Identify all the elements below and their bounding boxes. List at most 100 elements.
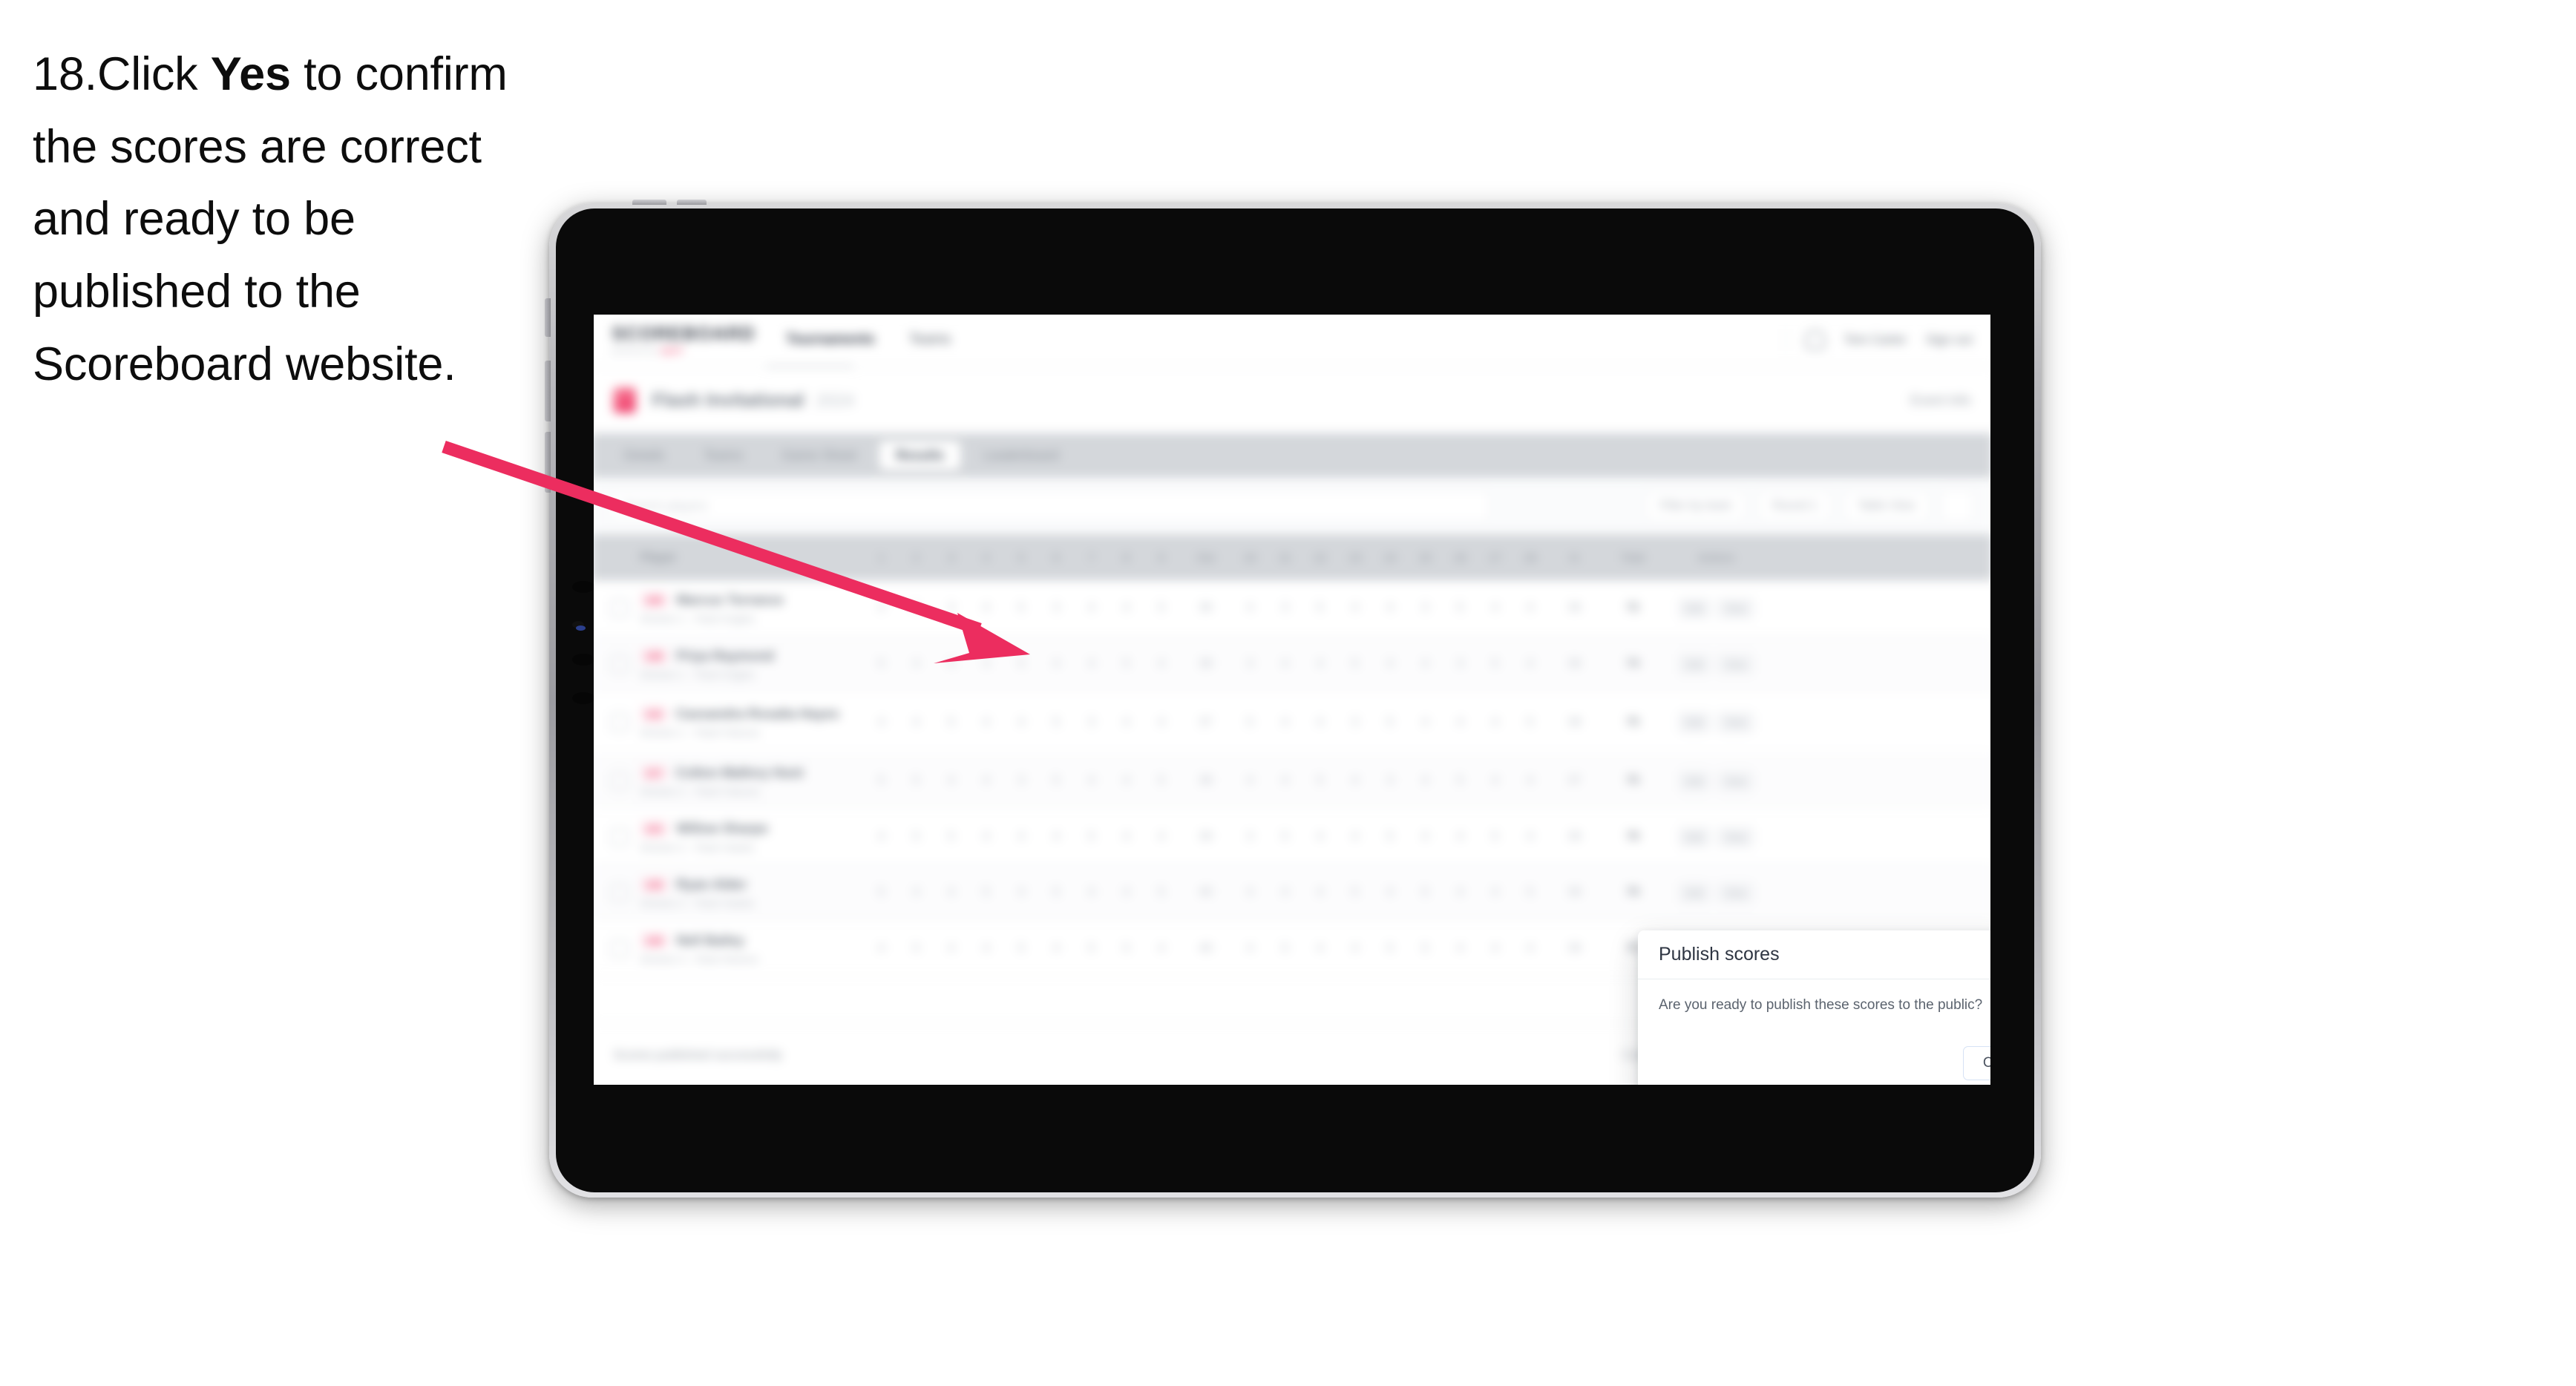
score-cell[interactable]: 5 [1109, 657, 1144, 671]
score-cell[interactable]: 3 [1408, 601, 1443, 614]
score-cell[interactable]: 4 [1302, 830, 1337, 844]
score-cell[interactable]: 4 [864, 942, 899, 955]
score-cell[interactable]: 4 [1233, 601, 1268, 614]
score-cell[interactable]: 4 [1144, 942, 1179, 955]
score-cell[interactable]: 4 [1074, 601, 1109, 614]
in-total-cell[interactable]: 39 [1547, 830, 1601, 844]
row-checkbox[interactable] [610, 771, 640, 790]
score-cell[interactable]: 4 [1144, 657, 1179, 671]
score-cell[interactable]: 5 [969, 886, 1003, 899]
score-cell[interactable]: 3 [1233, 657, 1268, 671]
row-action-button[interactable]: Edit [1677, 597, 1711, 620]
checkbox-icon[interactable] [610, 598, 629, 618]
checkbox-icon[interactable] [610, 827, 629, 847]
score-cell[interactable]: 5 [899, 601, 934, 614]
score-cell[interactable]: 4 [1268, 716, 1302, 729]
score-cell[interactable]: 5 [1337, 657, 1372, 671]
in-total-cell[interactable]: 37 [1547, 774, 1601, 787]
round-total-cell[interactable]: 72 [1602, 601, 1664, 614]
score-cell[interactable]: 4 [1513, 942, 1547, 955]
score-cell[interactable]: 4 [969, 716, 1003, 729]
filter-view-select[interactable]: Table View [1843, 490, 1930, 522]
score-cell[interactable]: 5 [1233, 716, 1268, 729]
score-cell[interactable]: 5 [1003, 942, 1038, 955]
score-cell[interactable]: 4 [1233, 774, 1268, 787]
score-cell[interactable]: 4 [1408, 716, 1443, 729]
score-cell[interactable]: 4 [1039, 830, 1074, 844]
score-cell[interactable]: 3 [969, 657, 1003, 671]
row-action-button[interactable]: View [1717, 653, 1754, 675]
row-checkbox[interactable] [610, 827, 640, 847]
tab-leaderboard[interactable]: Leaderboard [966, 441, 1075, 470]
score-cell[interactable]: 5 [864, 774, 899, 787]
in-total-cell[interactable]: 38 [1547, 716, 1601, 729]
score-cell[interactable]: 4 [1372, 601, 1407, 614]
score-cell[interactable]: 4 [1268, 657, 1302, 671]
event-info-link[interactable]: Event Info [1910, 393, 1970, 408]
score-cell[interactable]: 4 [1074, 774, 1109, 787]
score-cell[interactable]: 5 [1302, 774, 1337, 787]
score-cell[interactable]: 5 [1408, 942, 1443, 955]
score-cell[interactable]: 5 [1408, 886, 1443, 899]
out-total-cell[interactable]: 37 [1179, 716, 1232, 729]
tab-details[interactable]: Details [607, 441, 681, 470]
checkbox-icon[interactable] [610, 713, 629, 732]
score-cell[interactable]: 4 [1478, 716, 1513, 729]
score-cell[interactable]: 5 [1109, 942, 1144, 955]
out-total-cell[interactable]: 38 [1179, 657, 1232, 671]
score-cell[interactable]: 4 [1109, 830, 1144, 844]
score-cell[interactable]: 4 [1372, 886, 1407, 899]
score-cell[interactable]: 4 [1109, 886, 1144, 899]
score-cell[interactable]: 5 [864, 657, 899, 671]
score-cell[interactable]: 4 [969, 830, 1003, 844]
score-cell[interactable]: 5 [1302, 601, 1337, 614]
score-cell[interactable]: 5 [864, 886, 899, 899]
checkbox-icon[interactable] [610, 939, 629, 958]
table-row[interactable]: 121 Willow Sharpe Division 2 · Flash Hawks… [594, 809, 1990, 865]
score-cell[interactable]: 4 [1268, 774, 1302, 787]
score-cell[interactable]: 3 [1003, 774, 1038, 787]
search-input[interactable]: Search players [610, 490, 1490, 522]
score-cell[interactable]: 4 [1408, 657, 1443, 671]
score-cell[interactable]: 5 [1443, 601, 1478, 614]
score-cell[interactable]: 4 [1074, 657, 1109, 671]
score-cell[interactable]: 4 [1144, 716, 1179, 729]
checkbox-icon[interactable] [610, 771, 629, 790]
row-checkbox[interactable] [610, 598, 640, 618]
score-cell[interactable]: 4 [934, 774, 969, 787]
score-cell[interactable]: 4 [1039, 942, 1074, 955]
score-cell[interactable]: 5 [1372, 942, 1407, 955]
score-cell[interactable]: 5 [1144, 774, 1179, 787]
score-cell[interactable]: 3 [1337, 716, 1372, 729]
score-cell[interactable]: 4 [1074, 886, 1109, 899]
score-cell[interactable]: 4 [1478, 774, 1513, 787]
row-action-button[interactable]: Edit [1677, 769, 1711, 792]
row-action-button[interactable]: View [1717, 712, 1754, 734]
user-name-label[interactable]: Tom Carter [1843, 332, 1906, 347]
score-cell[interactable]: 3 [1039, 601, 1074, 614]
round-total-cell[interactable]: 75 [1602, 716, 1664, 729]
score-cell[interactable]: 4 [1109, 601, 1144, 614]
score-cell[interactable]: 5 [1268, 830, 1302, 844]
score-cell[interactable]: 5 [1372, 830, 1407, 844]
in-total-cell[interactable]: 39 [1547, 886, 1601, 899]
score-cell[interactable]: 3 [1233, 830, 1268, 844]
in-total-cell[interactable]: 36 [1547, 601, 1601, 614]
score-cell[interactable]: 4 [1408, 774, 1443, 787]
table-row[interactable]: 112 Cassandra Rosalia Hayes Division 1 · F… [594, 692, 1990, 754]
score-cell[interactable]: 5 [934, 830, 969, 844]
round-total-cell[interactable]: 75 [1602, 774, 1664, 787]
score-cell[interactable]: 4 [1233, 886, 1268, 899]
round-total-cell[interactable]: 78 [1602, 830, 1664, 844]
score-cell[interactable]: 4 [1443, 886, 1478, 899]
score-cell[interactable]: 5 [1144, 601, 1179, 614]
cancel-button[interactable]: Cancel [1962, 1046, 1990, 1080]
table-row[interactable]: 105 Marcus Torrance Division 1 · Flash Eag… [594, 580, 1990, 637]
score-cell[interactable]: 3 [934, 601, 969, 614]
filter-round-select[interactable]: Round 1 [1757, 490, 1832, 522]
score-cell[interactable]: 5 [899, 830, 934, 844]
score-cell[interactable]: 3 [1443, 657, 1478, 671]
score-cell[interactable]: 5 [934, 716, 969, 729]
score-cell[interactable]: 4 [1443, 830, 1478, 844]
score-cell[interactable]: 5 [1074, 942, 1109, 955]
